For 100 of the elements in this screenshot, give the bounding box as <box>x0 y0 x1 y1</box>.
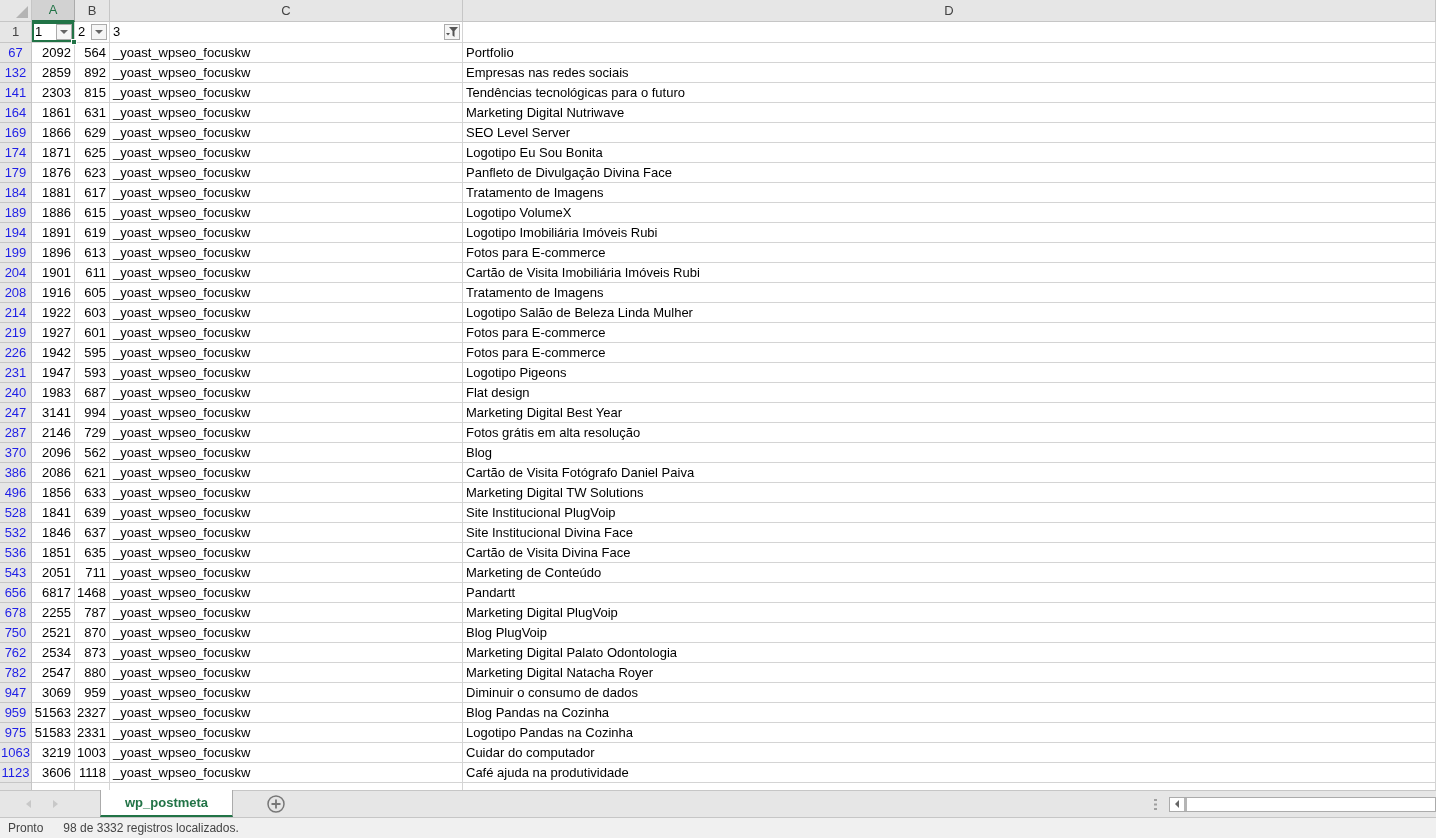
table-cell: _yoast_wpseo_focuskw <box>110 83 463 103</box>
row-header[interactable]: 169 <box>0 123 32 143</box>
filter-dropdown-button[interactable] <box>91 24 107 40</box>
table-cell: 787 <box>75 603 110 623</box>
row-header[interactable]: 762 <box>0 643 32 663</box>
table-cell: Blog <box>463 443 1436 463</box>
table-cell: _yoast_wpseo_focuskw <box>110 703 463 723</box>
table-cell: _yoast_wpseo_focuskw <box>110 723 463 743</box>
horizontal-scrollbar[interactable] <box>1169 796 1436 812</box>
row-header[interactable]: 386 <box>0 463 32 483</box>
row-header[interactable]: 528 <box>0 503 32 523</box>
funnel-icon <box>446 27 458 37</box>
row-header[interactable]: 194 <box>0 223 32 243</box>
table-cell: 564 <box>75 43 110 63</box>
table-cell: 2534 <box>32 643 75 663</box>
row-header[interactable]: 536 <box>0 543 32 563</box>
table-cell: Fotos grátis em alta resolução <box>463 423 1436 443</box>
row-header[interactable]: 1123 <box>0 763 32 783</box>
filter-dropdown-button[interactable] <box>56 24 72 40</box>
splitter-handle-icon[interactable] <box>1154 798 1157 810</box>
row-header[interactable]: 164 <box>0 103 32 123</box>
table-cell: _yoast_wpseo_focuskw <box>110 383 463 403</box>
table-cell: 51583 <box>32 723 75 743</box>
table-cell: 1947 <box>32 363 75 383</box>
row-header[interactable]: 179 <box>0 163 32 183</box>
sheet-tab[interactable]: wp_postmeta <box>100 790 234 817</box>
row-header[interactable]: 240 <box>0 383 32 403</box>
table-cell: 615 <box>75 203 110 223</box>
table-cell: _yoast_wpseo_focuskw <box>110 223 463 243</box>
column-header[interactable]: D <box>463 0 1436 22</box>
table-cell: 6817 <box>32 583 75 603</box>
column-header[interactable]: C <box>110 0 463 22</box>
table-cell: 3219 <box>32 743 75 763</box>
filter-active-button[interactable] <box>444 24 460 40</box>
table-cell: 1922 <box>32 303 75 323</box>
table-cell: _yoast_wpseo_focuskw <box>110 243 463 263</box>
row-header[interactable]: 750 <box>0 623 32 643</box>
fill-handle[interactable] <box>71 39 77 45</box>
table-cell: 1881 <box>32 183 75 203</box>
row-header[interactable]: 287 <box>0 423 32 443</box>
add-sheet-icon[interactable] <box>267 795 286 813</box>
table-cell: 2547 <box>32 663 75 683</box>
row-header[interactable]: 219 <box>0 323 32 343</box>
row-header[interactable]: 656 <box>0 583 32 603</box>
table-cell: 729 <box>75 423 110 443</box>
table-cell: _yoast_wpseo_focuskw <box>110 563 463 583</box>
row-header[interactable]: 67 <box>0 43 32 63</box>
table-cell: 623 <box>75 163 110 183</box>
row-header[interactable]: 184 <box>0 183 32 203</box>
table-cell: 1891 <box>32 223 75 243</box>
row-header[interactable]: 959 <box>0 703 32 723</box>
table-cell: 1876 <box>32 163 75 183</box>
table-cell: 2859 <box>32 63 75 83</box>
table-cell: Marketing Digital TW Solutions <box>463 483 1436 503</box>
table-cell: Marketing de Conteúdo <box>463 563 1436 583</box>
column-header[interactable]: B <box>75 0 110 22</box>
table-cell: Diminuir o consumo de dados <box>463 683 1436 703</box>
table-cell: 593 <box>75 363 110 383</box>
row-header[interactable]: 132 <box>0 63 32 83</box>
table-cell: _yoast_wpseo_focuskw <box>110 263 463 283</box>
row-header[interactable]: 174 <box>0 143 32 163</box>
row-header[interactable]: 247 <box>0 403 32 423</box>
table-cell: 892 <box>75 63 110 83</box>
row-header[interactable]: 231 <box>0 363 32 383</box>
table-cell: _yoast_wpseo_focuskw <box>110 483 463 503</box>
row-header[interactable]: 947 <box>0 683 32 703</box>
table-cell: _yoast_wpseo_focuskw <box>110 583 463 603</box>
column-header[interactable]: A <box>32 0 75 22</box>
row-header[interactable]: 214 <box>0 303 32 323</box>
row-header[interactable]: 189 <box>0 203 32 223</box>
table-cell: 617 <box>75 183 110 203</box>
table-cell: _yoast_wpseo_focuskw <box>110 343 463 363</box>
table-cell: 1896 <box>32 243 75 263</box>
row-header[interactable]: 496 <box>0 483 32 503</box>
row-header[interactable]: 543 <box>0 563 32 583</box>
row-header[interactable]: 370 <box>0 443 32 463</box>
table-cell: 3141 <box>32 403 75 423</box>
row-header[interactable]: 141 <box>0 83 32 103</box>
row-header[interactable]: 204 <box>0 263 32 283</box>
table-cell: 639 <box>75 503 110 523</box>
table-cell: 605 <box>75 283 110 303</box>
table-cell: 2146 <box>32 423 75 443</box>
table-cell: Logotipo Pigeons <box>463 363 1436 383</box>
row-header[interactable]: 782 <box>0 663 32 683</box>
table-cell: _yoast_wpseo_focuskw <box>110 663 463 683</box>
row-header[interactable]: 1063 <box>0 743 32 763</box>
table-cell: _yoast_wpseo_focuskw <box>110 303 463 323</box>
table-cell: 1916 <box>32 283 75 303</box>
table-cell-text: 2 <box>78 23 87 42</box>
row-header[interactable]: 199 <box>0 243 32 263</box>
row-header[interactable]: 975 <box>0 723 32 743</box>
row-header[interactable]: 226 <box>0 343 32 363</box>
row-header[interactable]: 532 <box>0 523 32 543</box>
row-header[interactable]: 208 <box>0 283 32 303</box>
table-cell: _yoast_wpseo_focuskw <box>110 203 463 223</box>
table-cell: Marketing Digital Palato Odontologia <box>463 643 1436 663</box>
table-cell: Logotipo Eu Sou Bonita <box>463 143 1436 163</box>
row-header[interactable]: 678 <box>0 603 32 623</box>
scroll-left-arrow-icon[interactable] <box>1175 800 1179 808</box>
row-header[interactable]: 1 <box>0 22 32 43</box>
